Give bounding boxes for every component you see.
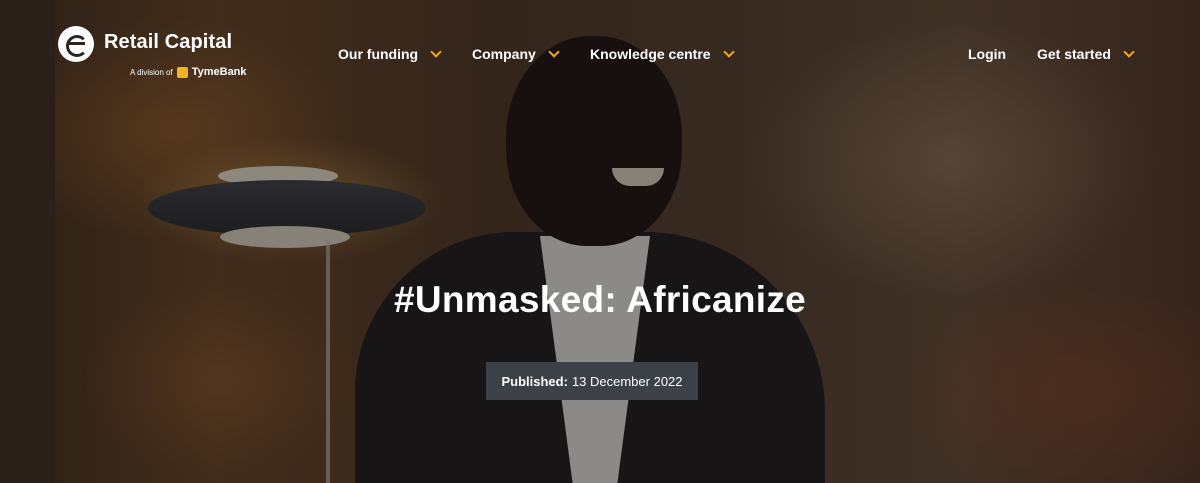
get-started-menu[interactable]: Get started [1037, 45, 1135, 62]
nav-item-our-funding[interactable]: Our funding [338, 45, 442, 62]
hero-banner: Retail Capital A division of TymeBank Ou… [0, 0, 1200, 483]
published-badge: Published: 13 December 2022 [486, 362, 698, 400]
get-started-label: Get started [1037, 46, 1111, 62]
nav-item-label: Our funding [338, 46, 419, 62]
tymebank-logo-icon [176, 66, 188, 78]
chevron-down-icon [1123, 45, 1135, 58]
nav-item-knowledge-centre[interactable]: Knowledge centre [590, 45, 735, 62]
parent-brand-name: TymeBank [191, 66, 247, 78]
nav-item-label: Company [472, 46, 536, 62]
nav-item-company[interactable]: Company [472, 45, 560, 62]
login-label: Login [968, 46, 1007, 62]
top-navigation: Retail Capital A division of TymeBank Ou… [0, 0, 1200, 110]
login-link[interactable]: Login [968, 46, 1006, 62]
published-label: Published: [501, 373, 568, 389]
chevron-down-icon [430, 45, 442, 58]
division-prefix: A division of [130, 67, 173, 77]
nav-item-label: Knowledge centre [590, 46, 711, 62]
chevron-down-icon [722, 45, 735, 58]
retail-capital-logo-icon [58, 26, 94, 62]
page-title: #Unmasked: Africanize [393, 279, 807, 320]
brand-division-line: A division of TymeBank [130, 66, 247, 78]
published-date: 13 December 2022 [571, 373, 683, 389]
chevron-down-icon [548, 45, 560, 58]
brand-logo[interactable]: Retail Capital A division of TymeBank [58, 26, 258, 86]
brand-name: Retail Capital [104, 31, 233, 53]
